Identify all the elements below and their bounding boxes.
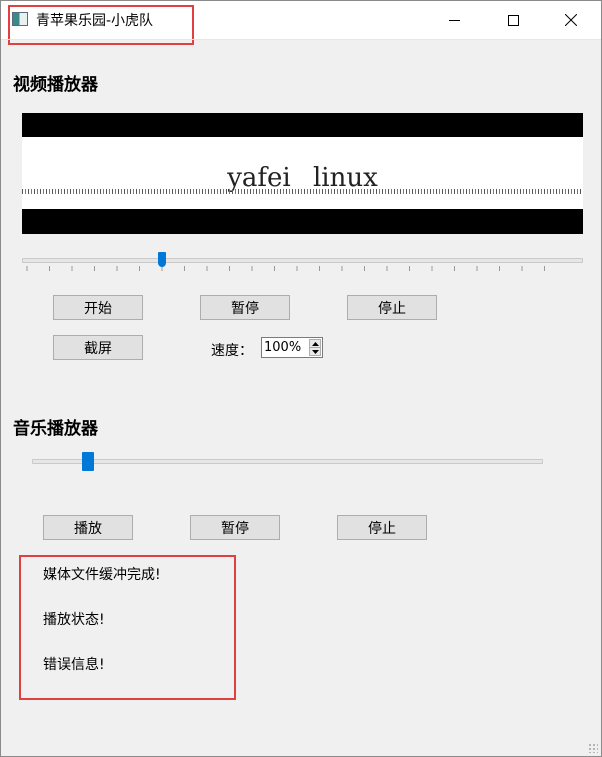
- status-buffer-complete: 媒体文件缓冲完成!: [43, 567, 161, 583]
- video-noise-strip: [22, 189, 583, 194]
- audio-section-title: 音乐播放器: [13, 419, 98, 439]
- audio-play-button[interactable]: 播放: [43, 515, 133, 540]
- speed-spinbox[interactable]: 100%: [261, 337, 323, 358]
- video-section-title: 视频播放器: [13, 75, 98, 95]
- status-error-info: 错误信息!: [43, 657, 105, 673]
- resize-grip[interactable]: [588, 743, 598, 753]
- video-stop-button[interactable]: 停止: [347, 295, 437, 320]
- screenshot-button[interactable]: 截屏: [53, 335, 143, 360]
- video-progress-handle[interactable]: [157, 252, 166, 267]
- audio-progress-handle[interactable]: [81, 452, 94, 471]
- spin-down-button[interactable]: [309, 347, 321, 356]
- chevron-down-icon: [311, 349, 319, 354]
- close-button[interactable]: [542, 1, 600, 39]
- video-frame: yafei linux: [22, 137, 583, 209]
- minimize-button[interactable]: [425, 1, 483, 39]
- audio-pause-button[interactable]: 暂停: [190, 515, 280, 540]
- video-progress-track[interactable]: [22, 258, 583, 263]
- minimize-icon: [448, 19, 460, 21]
- audio-progress-track[interactable]: [32, 459, 543, 464]
- video-pause-button[interactable]: 暂停: [200, 295, 290, 320]
- maximize-icon: [507, 14, 519, 26]
- app-window: 青苹果乐园-小虎队 视频播放器 yafei linux 开始 暂停 停止 截屏 …: [0, 0, 602, 757]
- video-display[interactable]: yafei linux: [22, 113, 583, 234]
- video-start-button[interactable]: 开始: [53, 295, 143, 320]
- audio-stop-button[interactable]: 停止: [337, 515, 427, 540]
- divider: [1, 39, 601, 40]
- close-icon: [565, 14, 577, 26]
- chevron-up-icon: [311, 341, 319, 346]
- speed-value[interactable]: 100%: [264, 340, 301, 355]
- video-slider-ticks: [26, 266, 545, 271]
- speed-label: 速度：: [211, 343, 253, 359]
- status-playback-state: 播放状态!: [43, 612, 105, 628]
- maximize-button[interactable]: [484, 1, 542, 39]
